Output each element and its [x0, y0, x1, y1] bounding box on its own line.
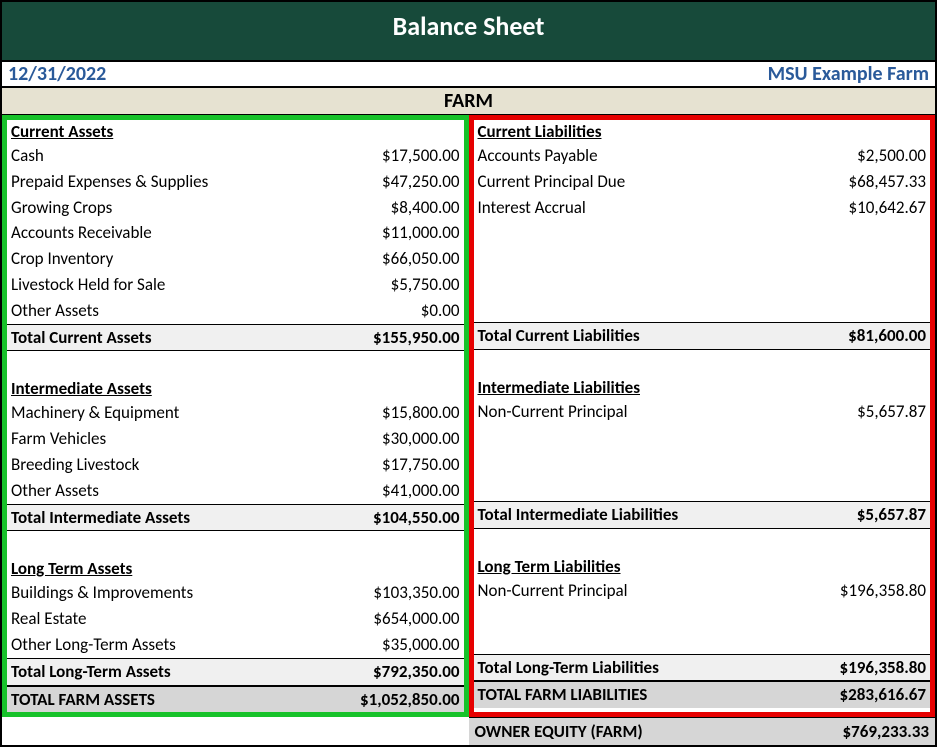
asset-label: Machinery & Equipment [11, 401, 179, 425]
grand-total-value: $283,616.67 [840, 683, 926, 707]
asset-label: Other Assets [11, 479, 99, 503]
total-value: $155,950.00 [373, 326, 459, 350]
total-value: $81,600.00 [848, 324, 926, 348]
grand-total-label: TOTAL FARM LIABILITIES [478, 683, 648, 707]
asset-label: Growing Crops [11, 196, 112, 220]
farm-name: MSU Example Farm [768, 62, 929, 86]
total-label: Total Intermediate Assets [11, 506, 190, 530]
current-liabilities-header: Current Liabilities [474, 120, 931, 143]
asset-label: Accounts Receivable [11, 221, 152, 245]
longterm-liabilities-header: Long Term Liabilities [474, 555, 931, 578]
liability-value: $196,358.80 [840, 579, 926, 603]
asset-value: $0.00 [421, 299, 460, 323]
longterm-assets-header: Long Term Assets [7, 557, 464, 580]
asset-value: $30,000.00 [382, 427, 459, 451]
asset-value: $8,400.00 [391, 196, 460, 220]
grand-total-label: TOTAL FARM ASSETS [11, 688, 155, 712]
equity-value: $769,233.33 [843, 721, 929, 742]
total-value: $5,657.87 [857, 503, 926, 527]
info-row: 12/31/2022 MSU Example Farm [2, 62, 935, 88]
total-label: Total Current Assets [11, 326, 151, 350]
asset-value: $5,750.00 [391, 273, 460, 297]
liability-value: $2,500.00 [857, 144, 926, 168]
asset-value: $11,000.00 [382, 221, 459, 245]
liability-value: $68,457.33 [849, 170, 926, 194]
asset-value: $17,500.00 [382, 144, 459, 168]
asset-value: $15,800.00 [382, 401, 459, 425]
total-label: Total Long-Term Assets [11, 660, 171, 684]
asset-value: $654,000.00 [373, 607, 459, 631]
assets-column: Current Assets Cash $17,500.00 Prepaid Ex… [2, 115, 469, 717]
asset-label: Breeding Livestock [11, 453, 139, 477]
asset-label: Cash [11, 144, 44, 168]
liability-label: Accounts Payable [478, 144, 598, 168]
liability-label: Interest Accrual [478, 196, 586, 220]
intermediate-liabilities-header: Intermediate Liabilities [474, 376, 931, 399]
liability-value: $10,642.67 [849, 196, 926, 220]
asset-label: Crop Inventory [11, 247, 113, 271]
total-value: $104,550.00 [373, 506, 459, 530]
asset-value: $47,250.00 [382, 170, 459, 194]
total-label: Total Long-Term Liabilities [478, 656, 659, 680]
asset-label: Real Estate [11, 607, 86, 631]
asset-label: Prepaid Expenses & Supplies [11, 170, 208, 194]
asset-value: $103,350.00 [373, 581, 459, 605]
liability-label: Current Principal Due [478, 170, 626, 194]
asset-value: $35,000.00 [382, 633, 459, 657]
total-value: $792,350.00 [373, 660, 459, 684]
title-bar: Balance Sheet [2, 0, 935, 62]
equity-label: OWNER EQUITY (FARM) [475, 721, 643, 742]
intermediate-assets-header: Intermediate Assets [7, 377, 464, 400]
current-assets-header: Current Assets [7, 120, 464, 143]
total-label: Total Intermediate Liabilities [478, 503, 679, 527]
total-value: $196,358.80 [840, 656, 926, 680]
liability-value: $5,657.87 [857, 400, 926, 424]
farm-header: FARM [2, 88, 935, 115]
total-label: Total Current Liabilities [478, 324, 640, 348]
liability-label: Non-Current Principal [478, 579, 628, 603]
liability-label: Non-Current Principal [478, 400, 628, 424]
asset-label: Livestock Held for Sale [11, 273, 165, 297]
sheet-date: 12/31/2022 [8, 62, 106, 86]
balance-sheet: Balance Sheet 12/31/2022 MSU Example Far… [0, 0, 937, 747]
owner-equity-row: OWNER EQUITY (FARM) $769,233.33 [469, 717, 936, 745]
liabilities-column: Current Liabilities Accounts Payable $2,5… [469, 115, 936, 717]
grand-total-value: $1,052,850.00 [360, 688, 459, 712]
asset-label: Other Long-Term Assets [11, 633, 176, 657]
asset-label: Other Assets [11, 299, 99, 323]
asset-value: $66,050.00 [382, 247, 459, 271]
asset-value: $41,000.00 [382, 479, 459, 503]
asset-value: $17,750.00 [382, 453, 459, 477]
asset-label: Farm Vehicles [11, 427, 106, 451]
asset-label: Buildings & Improvements [11, 581, 193, 605]
